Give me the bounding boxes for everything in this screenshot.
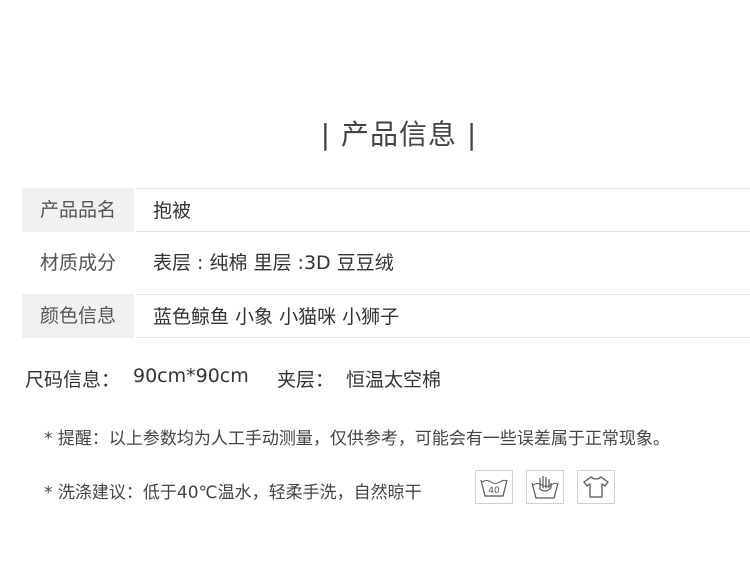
size-label: 尺码信息： xyxy=(25,369,121,391)
spec-row-product-name: 产品品名 抱被 xyxy=(22,188,750,232)
spec-row-color: 颜色信息 蓝色鲸鱼 小象 小猫咪 小狮子 xyxy=(22,294,750,338)
spec-label: 产品品名 xyxy=(22,188,134,232)
spec-label: 材质成分 xyxy=(39,252,116,274)
spec-value: 表层 : 纯棉 里层 :3D 豆豆绒 xyxy=(153,252,394,274)
hand-wash-icon xyxy=(526,470,564,504)
wash-40-icon: 40 xyxy=(475,470,513,504)
spec-row-material: 材质成分 表层 : 纯棉 里层 :3D 豆豆绒 xyxy=(22,241,750,285)
spec-label: 颜色信息 xyxy=(22,294,134,338)
section-title: | 产品信息 | xyxy=(320,118,478,151)
wash-advice: * 洗涤建议：低于40℃温水，轻柔手洗，自然晾干 xyxy=(44,483,422,503)
layer-value: 恒温太空棉 xyxy=(346,369,442,391)
spec-value: 蓝色鲸鱼 小象 小猫咪 小狮子 xyxy=(136,294,750,338)
reminder-note: * 提醒：以上参数均为人工手动测量，仅供参考，可能会有一些误差属于正常现象。 xyxy=(44,429,670,449)
wash-temp-label: 40 xyxy=(488,486,500,496)
wash-icons: 40 xyxy=(475,470,615,506)
spec-value: 抱被 xyxy=(136,188,750,232)
layer-label: 夹层： xyxy=(277,369,335,391)
tshirt-icon xyxy=(577,470,615,504)
size-value: 90cm*90cm xyxy=(133,365,249,387)
